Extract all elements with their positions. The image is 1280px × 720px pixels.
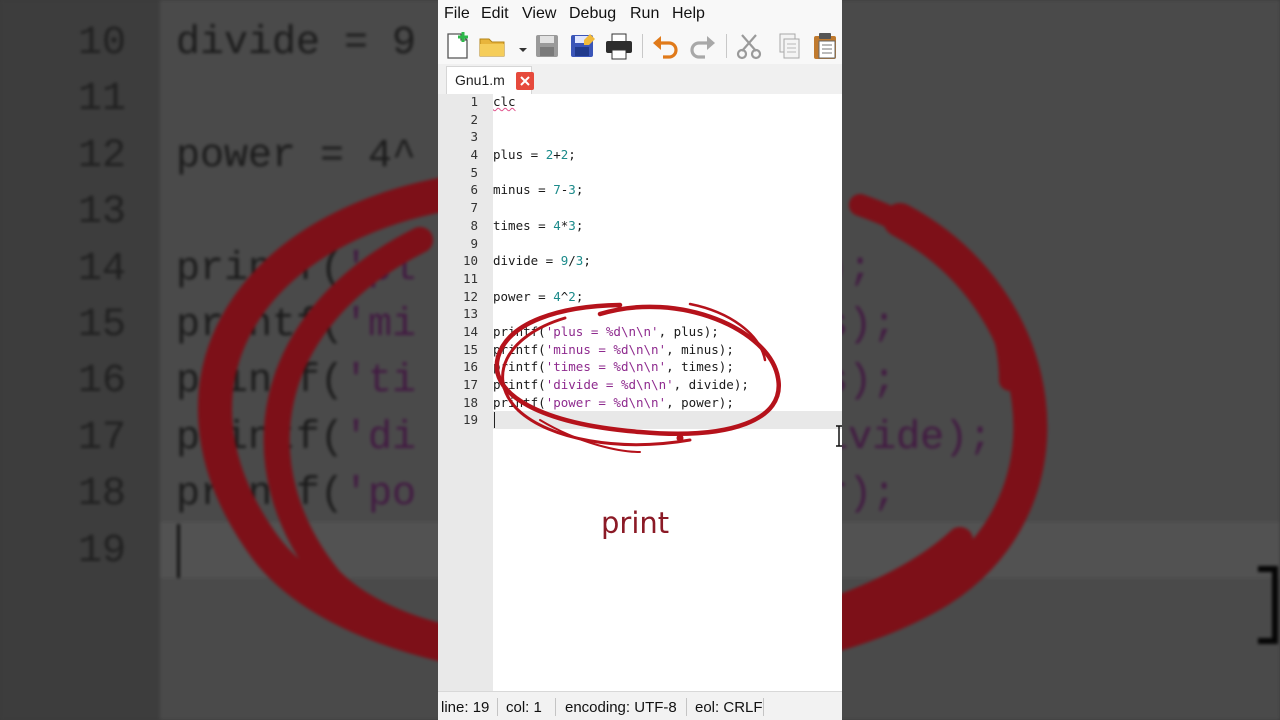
line-number: 12 [462,288,478,304]
code-text: divide = 9/3; [493,253,591,269]
menu-edit[interactable]: Edit [481,5,509,23]
cut-icon[interactable] [734,31,764,61]
code-line[interactable]: 3 [438,128,842,146]
code-line[interactable]: 15 printf('minus = %d\n\n', minus); [438,341,842,359]
line-number: 1 [470,94,478,109]
new-file-icon[interactable] [442,31,472,61]
code-line[interactable]: 17 printf('divide = %d\n\n', divide); [438,376,842,394]
code-line[interactable]: 11 [438,270,842,288]
line-number: 17 [462,377,478,392]
undo-icon[interactable] [650,31,680,61]
status-encoding: encoding: UTF-8 [565,699,677,716]
code-line[interactable]: 12 power = 4^2; [438,288,842,306]
line-number: 13 [462,306,478,322]
toolbar [438,28,842,64]
line-number: 6 [470,182,478,198]
code-line[interactable]: 4 plus = 2+2; [438,146,842,164]
menu-run[interactable]: Run [630,5,659,23]
code-line[interactable]: 14 printf('plus = %d\n\n', plus); [438,323,842,341]
save-as-icon[interactable] [568,31,598,61]
open-folder-icon[interactable] [478,31,508,61]
code-text: plus = 2+2; [493,147,576,163]
status-separator [497,698,498,716]
close-tab-icon[interactable] [516,72,534,90]
line-number: 5 [470,164,478,180]
code-line[interactable]: 16 printf('times = %d\n\n', times); [438,358,842,376]
line-number: 10 [462,253,478,269]
code-line[interactable]: 6 minus = 7-3; [438,181,842,199]
line-number: 16 [462,359,478,375]
tab-label: Gnu1.m [455,72,505,88]
code-line[interactable]: 2 [438,111,842,129]
text-cursor [494,412,495,428]
status-column: col: 1 [506,699,542,716]
menu-debug[interactable]: Debug [569,5,616,23]
code-line[interactable]: 18 printf('power = %d\n\n', power); [438,394,842,412]
line-number: 14 [462,323,478,339]
line-number: 8 [470,217,478,233]
menu-bar: File Edit View Debug Run Help [438,0,842,28]
toolbar-separator [726,34,727,58]
line-number: 2 [470,111,478,127]
status-eol: eol: CRLF [695,699,763,716]
code-text: times = 4*3; [493,217,584,233]
code-line[interactable]: 1 clc [438,93,842,111]
tab-gnu1[interactable]: Gnu1.m [446,66,534,95]
status-bar: line: 19 col: 1 encoding: UTF-8 eol: CRL… [438,691,842,720]
menu-help[interactable]: Help [672,5,705,23]
menu-file[interactable]: File [444,5,470,23]
line-number: 4 [470,147,478,163]
copy-icon[interactable] [774,31,804,61]
status-separator [763,698,764,716]
editor-window: File Edit View Debug Run Help Gnu1.m 1 c… [438,0,842,720]
line-number: 11 [462,270,478,286]
line-number: 3 [470,129,478,145]
menu-view[interactable]: View [522,5,556,23]
open-dropdown-chevron-icon[interactable] [508,31,527,61]
status-separator [555,698,556,716]
code-line[interactable]: 19 [438,411,842,429]
line-number: 18 [462,394,478,410]
line-number: 9 [470,235,478,251]
code-text: clc [493,94,516,109]
code-text: printf('minus = %d\n\n', minus); [493,341,734,357]
status-separator [686,698,687,716]
code-text: printf('plus = %d\n\n', plus); [493,323,719,339]
code-text: printf('divide = %d\n\n', divide); [493,377,749,392]
code-text: minus = 7-3; [493,182,584,198]
code-line[interactable]: 7 [438,199,842,217]
line-number: 15 [462,341,478,357]
code-text: printf('power = %d\n\n', power); [493,394,734,410]
line-number: 7 [470,200,478,216]
mouse-ibeam-cursor [836,425,842,447]
code-line[interactable]: 8 times = 4*3; [438,217,842,235]
code-line[interactable]: 13 [438,305,842,323]
code-lines: 1 clc 2 3 4 plus = 2+2; 5 6 minus = 7-3; 7 8 times … [438,93,842,429]
code-line[interactable]: 5 [438,164,842,182]
print-icon[interactable] [604,31,634,61]
file-tab-bar: Gnu1.m [438,64,842,95]
toolbar-separator [642,34,643,58]
annotation-label: print [601,506,670,540]
code-line[interactable]: 10 divide = 9/3; [438,252,842,270]
paste-icon[interactable] [810,31,840,61]
line-number: 19 [462,412,478,428]
status-line: line: 19 [441,699,490,716]
code-line[interactable]: 9 [438,235,842,253]
code-text: power = 4^2; [493,288,584,304]
save-icon[interactable] [532,31,562,61]
code-text: printf('times = %d\n\n', times); [493,359,734,375]
redo-icon[interactable] [688,31,718,61]
